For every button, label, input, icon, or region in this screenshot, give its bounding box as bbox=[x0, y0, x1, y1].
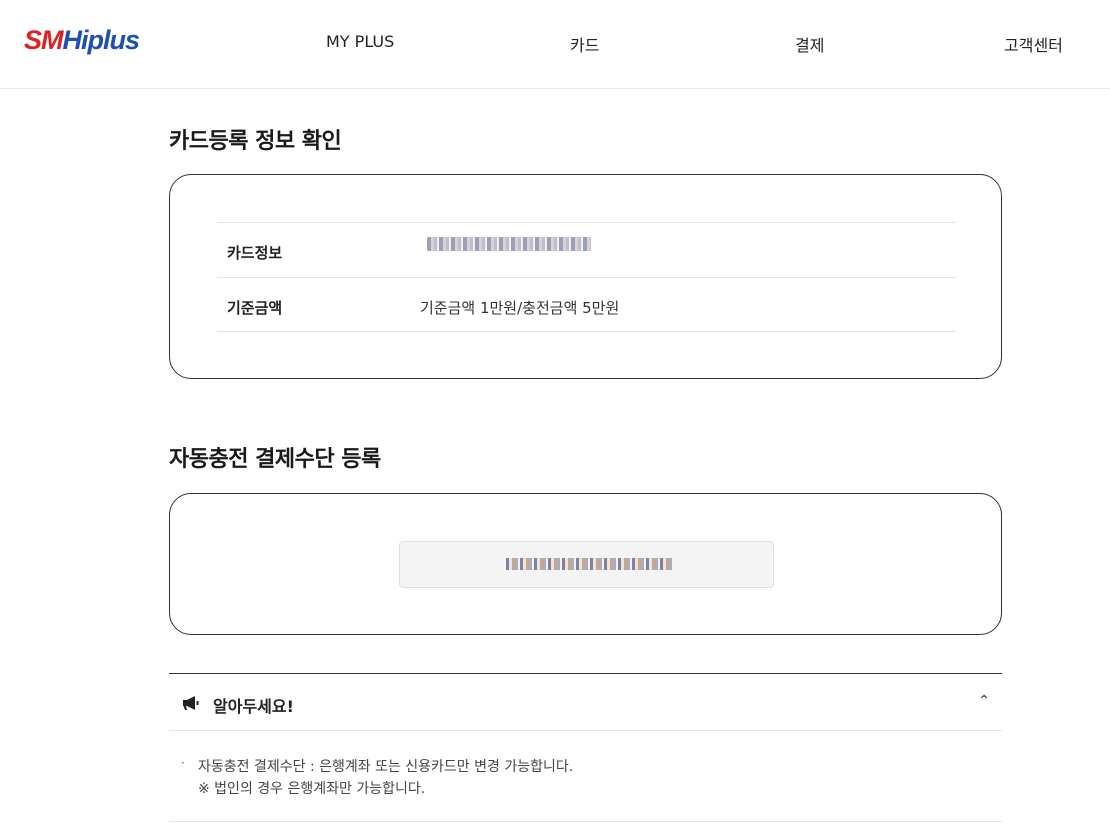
logo-sm: SM bbox=[24, 25, 63, 55]
notice-section: 알아두세요! ⌃ · 자동충전 결제수단 : 은행계좌 또는 신용카드만 변경 … bbox=[169, 673, 1002, 822]
card-info-row: 카드정보 bbox=[217, 222, 956, 277]
payment-method-button[interactable] bbox=[399, 541, 774, 588]
nav-payment[interactable]: 결제 bbox=[795, 32, 824, 56]
logo-hiplus: Hiplus bbox=[62, 25, 141, 55]
card-info-box: 카드정보 기준금액 기준금액 1만원/충전금액 5만원 bbox=[169, 174, 1002, 379]
base-amount-value: 기준금액 1만원/충전금액 5만원 bbox=[420, 299, 620, 317]
nav-card[interactable]: 카드 bbox=[570, 32, 599, 56]
megaphone-icon bbox=[183, 696, 199, 710]
payment-method-box bbox=[169, 493, 1002, 635]
notice-title: 알아두세요! bbox=[213, 697, 294, 716]
card-info-label: 카드정보 bbox=[227, 244, 283, 262]
card-info-table: 카드정보 기준금액 기준금액 1만원/충전금액 5만원 bbox=[217, 222, 956, 332]
chevron-up-icon[interactable]: ⌃ bbox=[978, 693, 990, 709]
notice-body: · 자동충전 결제수단 : 은행계좌 또는 신용카드만 변경 가능합니다. ※ … bbox=[169, 731, 1002, 822]
base-amount-label: 기준금액 bbox=[227, 299, 283, 317]
masked-method-label bbox=[506, 558, 674, 570]
notice-line-2: ※ 법인의 경우 은행계좌만 가능합니다. bbox=[198, 781, 426, 797]
card-info-title: 카드등록 정보 확인 bbox=[169, 129, 342, 154]
base-amount-row: 기준금액 기준금액 1만원/충전금액 5만원 bbox=[217, 277, 956, 332]
payment-method-title: 자동충전 결제수단 등록 bbox=[169, 447, 381, 472]
bullet-dot: · bbox=[181, 756, 185, 770]
nav-my-plus[interactable]: MY PLUS bbox=[326, 32, 394, 51]
notice-line-1: 자동충전 결제수단 : 은행계좌 또는 신용카드만 변경 가능합니다. bbox=[198, 759, 574, 775]
nav-customer-center[interactable]: 고객센터 bbox=[1004, 32, 1063, 56]
site-header: SMHiplus MY PLUS 카드 결제 고객센터 bbox=[0, 0, 1110, 89]
smhiplus-logo[interactable]: SMHiplus bbox=[24, 25, 141, 56]
notice-toggle[interactable]: 알아두세요! ⌃ bbox=[169, 674, 1002, 731]
masked-card-number bbox=[427, 237, 591, 251]
